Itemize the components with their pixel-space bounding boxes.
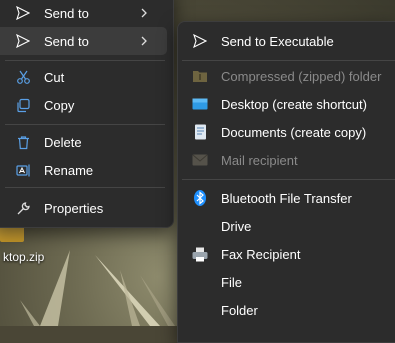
menu-separator [182, 179, 395, 180]
fax-icon [192, 246, 208, 262]
documents-icon [192, 124, 208, 140]
submenu-item-drive[interactable]: Drive [182, 212, 392, 240]
menu-item-rename[interactable]: Rename [0, 156, 167, 184]
chevron-right-icon [141, 36, 147, 46]
menu-item-label: Send to [44, 5, 89, 21]
chevron-right-icon [141, 8, 147, 18]
menu-item-label: Copy [44, 97, 75, 113]
menu-item-label: Send to [44, 33, 89, 49]
zip-folder-icon [192, 68, 208, 84]
menu-item-properties[interactable]: Properties [0, 194, 167, 222]
menu-separator [5, 187, 165, 188]
menu-separator [5, 60, 165, 61]
menu-item-label: Rename [44, 162, 94, 178]
submenu-item-label: Desktop (create shortcut) [221, 96, 367, 112]
submenu-item-label: Documents (create copy) [221, 124, 367, 140]
submenu-item-send-to-executable[interactable]: Send to Executable [182, 27, 392, 55]
submenu-item-fax-recipient[interactable]: Fax Recipient [182, 240, 392, 268]
rename-icon [15, 162, 31, 178]
submenu-item-desktop-shortcut[interactable]: Desktop (create shortcut) [182, 90, 392, 118]
mail-icon [192, 152, 208, 168]
menu-separator [5, 124, 165, 125]
submenu-item-documents-copy[interactable]: Documents (create copy) [182, 118, 392, 146]
copy-icon [15, 97, 31, 113]
bluetooth-icon [192, 190, 208, 206]
menu-item-cut[interactable]: Cut [0, 63, 167, 91]
trash-icon [15, 134, 31, 150]
submenu-item-label: Compressed (zipped) folder [221, 68, 382, 84]
submenu-item-label: Drive [221, 218, 252, 234]
menu-separator [182, 60, 395, 61]
desktop-icon [192, 96, 208, 112]
desktop-file-label[interactable]: ktop.zip [0, 249, 47, 265]
menu-item-send-to[interactable]: Send to [0, 27, 167, 55]
send-icon [15, 33, 31, 49]
submenu-item-bluetooth[interactable]: Bluetooth File Transfer [182, 184, 392, 212]
submenu-item-label: Folder [221, 302, 258, 318]
submenu-item-file[interactable]: File [182, 268, 392, 296]
menu-item-label: Properties [44, 200, 104, 216]
send-to-submenu: Send to Executable Compressed (zipped) f… [177, 21, 395, 343]
submenu-item-label: File [221, 274, 242, 290]
menu-item-copy[interactable]: Copy [0, 91, 167, 119]
scissors-icon [15, 69, 31, 85]
menu-item-label: Delete [44, 134, 82, 150]
submenu-item-label: Send to Executable [221, 33, 334, 49]
menu-item-delete[interactable]: Delete [0, 128, 167, 156]
submenu-item-compressed-folder[interactable]: Compressed (zipped) folder [182, 62, 392, 90]
submenu-item-label: Bluetooth File Transfer [221, 190, 352, 206]
menu-item-send-to-1[interactable]: Send to [0, 0, 167, 27]
send-icon [192, 33, 208, 49]
submenu-item-label: Mail recipient [221, 152, 298, 168]
menu-item-label: Cut [44, 69, 65, 85]
submenu-item-mail-recipient[interactable]: Mail recipient [182, 146, 392, 174]
submenu-item-label: Fax Recipient [221, 246, 301, 262]
submenu-item-folder[interactable]: Folder [182, 296, 392, 324]
send-icon [15, 5, 31, 21]
context-menu: Send to Send to Cut Copy Delete Rename P… [0, 0, 174, 228]
wrench-icon [15, 200, 31, 216]
